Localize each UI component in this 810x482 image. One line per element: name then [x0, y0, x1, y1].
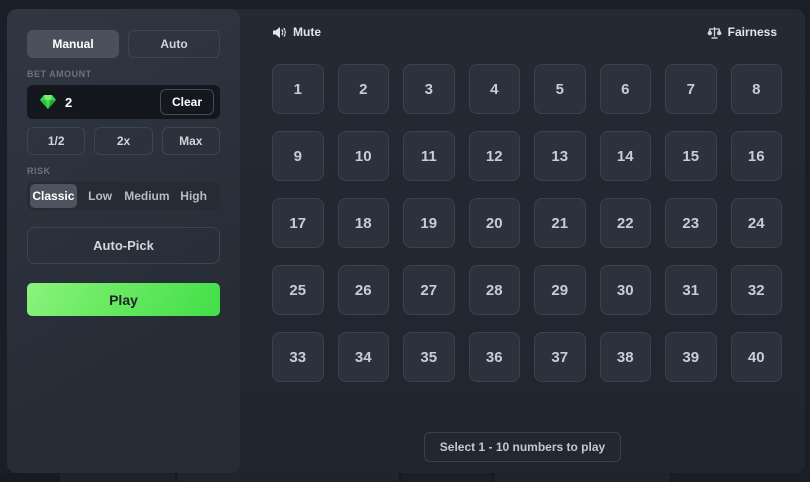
- tab-manual[interactable]: Manual: [27, 30, 119, 58]
- keno-tile-7[interactable]: 7: [665, 64, 717, 114]
- helper-row: Select 1 - 10 numbers to play: [240, 432, 805, 462]
- keno-tile-11[interactable]: 11: [403, 131, 455, 181]
- keno-tile-19[interactable]: 19: [403, 198, 455, 248]
- tab-auto[interactable]: Auto: [128, 30, 220, 58]
- keno-tile-26[interactable]: 26: [337, 265, 389, 315]
- footer-segment: [494, 473, 671, 482]
- scales-icon: [707, 26, 722, 39]
- keno-tile-8[interactable]: 8: [730, 64, 782, 114]
- keno-tile-20[interactable]: 20: [468, 198, 520, 248]
- play-button[interactable]: Play: [27, 283, 220, 316]
- keno-tile-34[interactable]: 34: [337, 332, 389, 382]
- footer-segment: [176, 473, 399, 482]
- footer-segment: [60, 473, 175, 482]
- keno-tile-13[interactable]: 13: [534, 131, 586, 181]
- keno-tile-37[interactable]: 37: [534, 332, 586, 382]
- bet-amount-box: Clear: [27, 85, 220, 119]
- keno-tile-24[interactable]: 24: [730, 198, 782, 248]
- keno-tile-23[interactable]: 23: [665, 198, 717, 248]
- footer-segment: [400, 473, 493, 482]
- footer-segment: [672, 473, 810, 482]
- keno-tile-15[interactable]: 15: [665, 131, 717, 181]
- risk-label: RISK: [27, 166, 51, 176]
- keno-grid: 1 2 3 4 5 6 7 8 9 10 11 12 13 14 15 16 17 18 19 20 21 22 23 24 2…: [272, 64, 782, 382]
- keno-tile-5[interactable]: 5: [534, 64, 586, 114]
- bet-control-panel: Manual Auto BET AMOUNT Clear 1/2 2x Max …: [7, 9, 240, 473]
- risk-selector: Classic Low Medium High: [27, 182, 220, 210]
- bet-amount-label: BET AMOUNT: [27, 69, 92, 79]
- keno-tile-10[interactable]: 10: [337, 131, 389, 181]
- keno-tile-27[interactable]: 27: [403, 265, 455, 315]
- keno-tile-25[interactable]: 25: [272, 265, 324, 315]
- keno-tile-16[interactable]: 16: [730, 131, 782, 181]
- keno-tile-21[interactable]: 21: [534, 198, 586, 248]
- bet-amount-input[interactable]: [65, 94, 160, 110]
- keno-tile-4[interactable]: 4: [468, 64, 520, 114]
- keno-tile-12[interactable]: 12: [468, 131, 520, 181]
- mute-toggle[interactable]: Mute: [272, 25, 321, 39]
- keno-tile-29[interactable]: 29: [534, 265, 586, 315]
- keno-tile-22[interactable]: 22: [599, 198, 651, 248]
- keno-tile-30[interactable]: 30: [599, 265, 651, 315]
- keno-tile-3[interactable]: 3: [403, 64, 455, 114]
- clear-bet-button[interactable]: Clear: [159, 89, 214, 115]
- keno-tile-14[interactable]: 14: [599, 131, 651, 181]
- mode-tabs: Manual Auto: [27, 30, 220, 58]
- game-topbar: Mute Fairness: [272, 25, 777, 39]
- keno-tile-18[interactable]: 18: [337, 198, 389, 248]
- half-bet-button[interactable]: 1/2: [27, 127, 86, 155]
- keno-tile-28[interactable]: 28: [468, 265, 520, 315]
- risk-option-medium[interactable]: Medium: [124, 184, 171, 208]
- double-bet-button[interactable]: 2x: [94, 127, 153, 155]
- keno-game-container: Manual Auto BET AMOUNT Clear 1/2 2x Max …: [7, 9, 805, 473]
- keno-board-area: Mute Fairness 1 2 3 4 5 6 7 8 9 10 11 12 13 14 15 16 17 1…: [240, 9, 805, 473]
- footer-strip: [0, 473, 810, 482]
- bet-modifier-row: 1/2 2x Max: [27, 127, 220, 155]
- keno-tile-31[interactable]: 31: [665, 265, 717, 315]
- mute-label: Mute: [293, 25, 321, 39]
- keno-tile-17[interactable]: 17: [272, 198, 324, 248]
- keno-tile-6[interactable]: 6: [599, 64, 651, 114]
- green-gem-icon: [40, 95, 56, 109]
- fairness-button[interactable]: Fairness: [707, 25, 777, 39]
- keno-tile-2[interactable]: 2: [337, 64, 389, 114]
- keno-tile-40[interactable]: 40: [730, 332, 782, 382]
- keno-tile-39[interactable]: 39: [665, 332, 717, 382]
- keno-tile-1[interactable]: 1: [272, 64, 324, 114]
- keno-tile-32[interactable]: 32: [730, 265, 782, 315]
- speaker-icon: [272, 26, 287, 39]
- auto-pick-button[interactable]: Auto-Pick: [27, 227, 220, 264]
- max-bet-button[interactable]: Max: [161, 127, 220, 155]
- risk-option-low[interactable]: Low: [77, 184, 124, 208]
- fairness-label: Fairness: [727, 25, 777, 39]
- keno-grid-wrap: 1 2 3 4 5 6 7 8 9 10 11 12 13 14 15 16 17 18 19 20 21 22 23 24 2…: [272, 64, 782, 382]
- selection-helper-text: Select 1 - 10 numbers to play: [423, 432, 622, 462]
- keno-tile-36[interactable]: 36: [468, 332, 520, 382]
- keno-tile-33[interactable]: 33: [272, 332, 324, 382]
- keno-tile-35[interactable]: 35: [403, 332, 455, 382]
- risk-option-high[interactable]: High: [170, 184, 217, 208]
- keno-tile-38[interactable]: 38: [599, 332, 651, 382]
- keno-tile-9[interactable]: 9: [272, 131, 324, 181]
- risk-option-classic[interactable]: Classic: [30, 184, 77, 208]
